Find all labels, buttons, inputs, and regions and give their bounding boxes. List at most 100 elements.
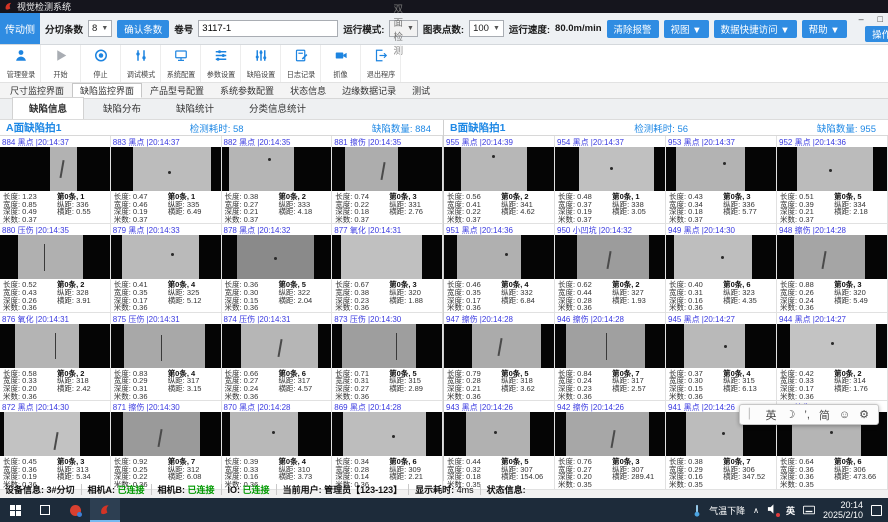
- defect-cell[interactable]: 955 黑点 |20:14:39长度: 0.56宽度: 0.41深度: 0.22…: [444, 136, 555, 224]
- defect-cell[interactable]: 951 黑点 |20:14:36长度: 0.46宽度: 0.35深度: 0.17…: [444, 224, 555, 312]
- slit-count-select[interactable]: 8▼: [88, 20, 112, 37]
- ime-fullhalf-icon[interactable]: ☽: [786, 408, 796, 421]
- defect-thumbnail[interactable]: [111, 235, 221, 279]
- defect-thumbnail[interactable]: [222, 412, 332, 456]
- defect-thumbnail[interactable]: [777, 235, 887, 279]
- defect-thumbnail[interactable]: [444, 412, 554, 456]
- chart-points-select[interactable]: 100▼: [469, 20, 504, 37]
- ime-keyboard-icon[interactable]: [803, 505, 815, 515]
- defect-thumbnail[interactable]: [222, 147, 332, 191]
- language-indicator[interactable]: 英: [786, 504, 795, 517]
- help-menu-button[interactable]: 帮助 ▼: [802, 20, 847, 38]
- big-button-stop[interactable]: 停止: [81, 45, 121, 82]
- view-menu-button[interactable]: 视图 ▼: [664, 20, 709, 38]
- pinned-app-button[interactable]: [60, 498, 90, 522]
- defect-thumbnail[interactable]: [666, 147, 776, 191]
- panel-title[interactable]: B面缺陷拍1: [450, 120, 505, 135]
- defect-cell[interactable]: 945 黑点 |20:14:27长度: 0.37宽度: 0.30深度: 0.15…: [666, 313, 777, 401]
- main-tab-3[interactable]: 系统参数配置: [212, 83, 282, 98]
- defect-thumbnail[interactable]: [444, 235, 554, 279]
- defect-thumbnail[interactable]: [0, 147, 110, 191]
- ime-punct-icon[interactable]: ’,: [804, 409, 810, 421]
- defect-thumbnail[interactable]: [444, 147, 554, 191]
- defect-cell[interactable]: 946 擦伤 |20:14:28长度: 0.84宽度: 0.24深度: 0.23…: [555, 313, 666, 401]
- defect-cell[interactable]: 947 擦伤 |20:14:28长度: 0.79宽度: 0.28深度: 0.21…: [444, 313, 555, 401]
- drive-side-badge[interactable]: 传动侧: [0, 13, 40, 44]
- defect-thumbnail[interactable]: [0, 324, 110, 368]
- defect-thumbnail[interactable]: [332, 235, 442, 279]
- clear-alarm-button[interactable]: 清除报警: [607, 20, 659, 38]
- defect-cell[interactable]: 942 擦伤 |20:14:26长度: 0.76宽度: 0.27深度: 0.20…: [555, 401, 666, 489]
- ime-drag-handle[interactable]: ▏: [749, 409, 757, 420]
- defect-thumbnail[interactable]: [444, 324, 554, 368]
- defect-cell[interactable]: 949 黑点 |20:14:30长度: 0.40宽度: 0.31深度: 0.16…: [666, 224, 777, 312]
- defect-thumbnail[interactable]: [0, 412, 110, 456]
- main-tab-2[interactable]: 产品型号配置: [142, 83, 212, 98]
- defect-cell[interactable]: 952 黑点 |20:14:36长度: 0.51宽度: 0.39深度: 0.21…: [777, 136, 888, 224]
- defect-cell[interactable]: 876 氧化 |20:14:31长度: 0.58宽度: 0.33深度: 0.20…: [0, 313, 111, 401]
- defect-cell[interactable]: 950 小凹坑 |20:14:32长度: 0.62宽度: 0.44深度: 0.2…: [555, 224, 666, 312]
- main-tab-6[interactable]: 测试: [404, 83, 438, 98]
- big-button-journal[interactable]: 日志记录: [281, 45, 321, 82]
- data-quick-access-button[interactable]: 数据快捷访问 ▼: [714, 20, 797, 38]
- thermometer-icon[interactable]: [693, 504, 701, 517]
- clock[interactable]: 20:14 2025/2/10: [823, 500, 863, 520]
- defect-cell[interactable]: 943 黑点 |20:14:26长度: 0.44宽度: 0.32深度: 0.18…: [444, 401, 555, 489]
- big-button-tune[interactable]: 调试模式: [121, 45, 161, 82]
- main-tab-1[interactable]: 缺陷监控界面: [72, 83, 142, 98]
- ime-simplified[interactable]: 简: [819, 407, 830, 423]
- ime-settings-icon[interactable]: ⚙: [859, 408, 869, 421]
- start-button[interactable]: [0, 498, 30, 522]
- maximize-button[interactable]: □: [871, 13, 888, 26]
- big-button-play[interactable]: 开始: [41, 45, 81, 82]
- defect-thumbnail[interactable]: [777, 324, 887, 368]
- confirm-count-button[interactable]: 确认条数: [117, 20, 169, 38]
- task-view-button[interactable]: [30, 498, 60, 522]
- sub-tab-1[interactable]: 缺陷分布: [87, 98, 157, 119]
- defect-cell[interactable]: 882 黑点 |20:14:35长度: 0.38宽度: 0.27深度: 0.21…: [222, 136, 333, 224]
- defect-thumbnail[interactable]: [332, 147, 442, 191]
- big-button-sliders[interactable]: 参数设置: [201, 45, 241, 82]
- defect-thumbnail[interactable]: [555, 324, 665, 368]
- defect-cell[interactable]: 877 氧化 |20:14:31长度: 0.67宽度: 0.38深度: 0.23…: [332, 224, 443, 312]
- big-button-camera[interactable]: 抓像: [321, 45, 361, 82]
- big-button-monitor[interactable]: 系统配置: [161, 45, 201, 82]
- notification-center-icon[interactable]: [871, 505, 882, 516]
- ime-emoji-icon[interactable]: ☺: [839, 409, 850, 421]
- defect-cell[interactable]: 881 擦伤 |20:14:35长度: 0.74宽度: 0.22深度: 0.18…: [332, 136, 443, 224]
- defect-thumbnail[interactable]: [222, 324, 332, 368]
- defect-cell[interactable]: 871 擦伤 |20:14:30长度: 0.92宽度: 0.25深度: 0.22…: [111, 401, 222, 489]
- defect-thumbnail[interactable]: [555, 235, 665, 279]
- sub-tab-0[interactable]: 缺陷信息: [12, 97, 84, 119]
- defect-thumbnail[interactable]: [111, 147, 221, 191]
- main-tab-5[interactable]: 边缘数据记录: [334, 83, 404, 98]
- minimize-button[interactable]: –: [852, 13, 871, 26]
- roll-number-input[interactable]: [198, 20, 338, 37]
- defect-thumbnail[interactable]: [332, 324, 442, 368]
- defect-cell[interactable]: 879 黑点 |20:14:33长度: 0.41宽度: 0.35深度: 0.17…: [111, 224, 222, 312]
- defect-thumbnail[interactable]: [555, 412, 665, 456]
- defect-thumbnail[interactable]: [111, 324, 221, 368]
- defect-thumbnail[interactable]: [666, 235, 776, 279]
- big-button-slidersv[interactable]: 缺陷设置: [241, 45, 281, 82]
- defect-cell[interactable]: 954 黑点 |20:14:37长度: 0.48宽度: 0.37深度: 0.19…: [555, 136, 666, 224]
- defect-thumbnail[interactable]: [777, 147, 887, 191]
- big-button-user[interactable]: 管理登录: [1, 45, 41, 82]
- defect-thumbnail[interactable]: [111, 412, 221, 456]
- main-tab-0[interactable]: 尺寸监控界面: [2, 83, 72, 98]
- sub-tab-3[interactable]: 分类信息统计: [233, 98, 322, 119]
- defect-cell[interactable]: 874 压伤 |20:14:31长度: 0.66宽度: 0.27深度: 0.24…: [222, 313, 333, 401]
- weather-text[interactable]: 气温下降: [709, 504, 745, 517]
- defect-cell[interactable]: 883 黑点 |20:14:37长度: 0.47宽度: 0.46深度: 0.19…: [111, 136, 222, 224]
- defect-cell[interactable]: 948 擦伤 |20:14:28长度: 0.88宽度: 0.26深度: 0.24…: [777, 224, 888, 312]
- sub-tab-2[interactable]: 缺陷统计: [160, 98, 230, 119]
- big-button-exit[interactable]: 退出程序: [361, 45, 401, 82]
- hidden-icons-chevron[interactable]: ∧: [753, 506, 759, 515]
- volume-icon[interactable]: [767, 504, 778, 516]
- defect-thumbnail[interactable]: [222, 235, 332, 279]
- defect-thumbnail[interactable]: [555, 147, 665, 191]
- panel-title[interactable]: A面缺陷拍1: [6, 120, 61, 135]
- defect-cell[interactable]: 884 黑点 |20:14:37长度: 1.23宽度: 0.85深度: 0.49…: [0, 136, 111, 224]
- ime-lang-en[interactable]: 英: [766, 407, 777, 423]
- defect-cell[interactable]: 873 压伤 |20:14:30长度: 0.71宽度: 0.31深度: 0.27…: [332, 313, 443, 401]
